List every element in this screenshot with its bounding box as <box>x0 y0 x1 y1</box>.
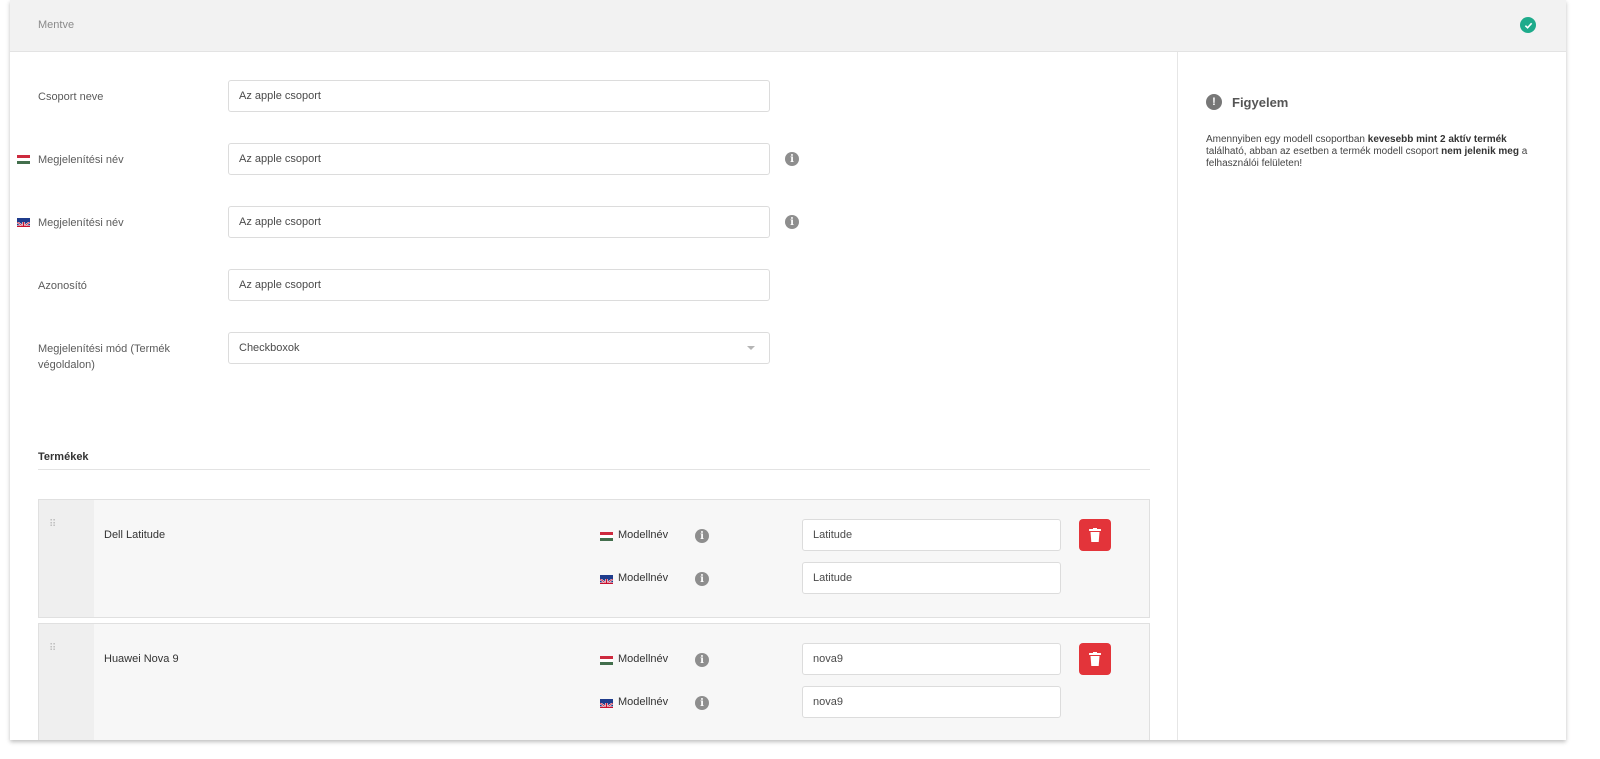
drag-handle-icon: ⠿ <box>49 643 56 654</box>
drag-handle-icon: ⠿ <box>49 519 56 530</box>
display-name-en-value: Az apple csoport <box>239 216 321 228</box>
model-name-hu-input[interactable]: Latitude <box>802 519 1061 551</box>
group-name-input[interactable]: Az apple csoport <box>228 80 770 112</box>
group-name-value: Az apple csoport <box>239 90 321 102</box>
group-name-label: Csoport neve <box>38 91 104 103</box>
drag-handle[interactable]: ⠿ <box>39 624 94 740</box>
check-circle-icon <box>1520 17 1536 33</box>
product-row: ⠿ Dell Latitude Modellnév i Latitude Mod… <box>38 499 1150 618</box>
model-name-en-value: nova9 <box>813 696 843 708</box>
products-section-title: Termékek <box>38 451 89 463</box>
model-name-hu-label: Modellnév <box>618 529 669 541</box>
display-name-hu-input[interactable]: Az apple csoport <box>228 143 770 175</box>
notice-sidebar: ! Figyelem Amennyiben egy modell csoport… <box>1177 52 1566 740</box>
exclamation-icon: ! <box>1206 94 1222 110</box>
info-icon[interactable]: i <box>695 696 709 710</box>
chevron-down-icon <box>747 346 755 350</box>
hungarian-flag-icon <box>600 656 613 665</box>
notice-title: ! Figyelem <box>1206 94 1288 110</box>
identifier-value: Az apple csoport <box>239 279 321 291</box>
identifier-label: Azonosító <box>38 280 87 292</box>
notice-text-bold: kevesebb mint 2 aktív termék <box>1367 134 1507 145</box>
model-name-en-label: Modellnév <box>618 696 669 708</box>
model-name-en-input[interactable]: Latitude <box>802 562 1061 594</box>
section-divider <box>38 469 1150 470</box>
model-name-en-label: Modellnév <box>618 572 669 584</box>
save-status-text: Mentve <box>38 19 75 31</box>
info-icon[interactable]: i <box>695 529 709 543</box>
display-mode-label-line1: Megjelenítési mód (Termék <box>38 343 171 355</box>
notice-text: Amennyiben egy modell csoportban keveseb… <box>1206 134 1536 170</box>
product-name: Huawei Nova 9 <box>104 653 179 665</box>
info-icon[interactable]: i <box>785 215 799 229</box>
display-name-hu-value: Az apple csoport <box>239 153 321 165</box>
delete-button[interactable] <box>1079 519 1111 551</box>
delete-button[interactable] <box>1079 643 1111 675</box>
form-area: Csoport neve Az apple csoport Megjelenít… <box>10 52 1177 740</box>
status-bar: Mentve <box>10 0 1566 52</box>
notice-text-part: található, abban az esetben a termék mod… <box>1206 146 1442 157</box>
trash-icon <box>1089 652 1101 666</box>
info-icon[interactable]: i <box>695 572 709 586</box>
uk-flag-icon <box>600 575 613 584</box>
display-mode-label-line2: végoldalon) <box>38 359 95 371</box>
display-mode-value: Checkboxok <box>239 342 300 354</box>
hungarian-flag-icon <box>600 532 613 541</box>
display-name-hu-label: Megjelenítési név <box>38 154 124 166</box>
model-name-hu-label: Modellnév <box>618 653 669 665</box>
display-name-en-input[interactable]: Az apple csoport <box>228 206 770 238</box>
trash-icon <box>1089 528 1101 542</box>
notice-text-part: Amennyiben egy modell csoportban <box>1206 134 1368 145</box>
product-row: ⠿ Huawei Nova 9 Modellnév i nova9 Modell… <box>38 623 1150 740</box>
display-name-en-label: Megjelenítési név <box>38 217 124 229</box>
uk-flag-icon <box>600 699 613 708</box>
info-icon[interactable]: i <box>695 653 709 667</box>
product-name: Dell Latitude <box>104 529 166 541</box>
model-name-hu-value: Latitude <box>813 529 853 541</box>
hungarian-flag-icon <box>17 155 30 164</box>
editor-panel: Mentve Csoport neve Az apple csoport Meg… <box>10 0 1566 740</box>
display-mode-select[interactable]: Checkboxok <box>228 332 770 364</box>
notice-title-text: Figyelem <box>1232 94 1289 110</box>
drag-handle[interactable]: ⠿ <box>39 500 94 617</box>
model-name-hu-value: nova9 <box>813 653 843 665</box>
model-name-en-input[interactable]: nova9 <box>802 686 1061 718</box>
notice-text-bold: nem jelenik meg <box>1441 146 1519 157</box>
identifier-input[interactable]: Az apple csoport <box>228 269 770 301</box>
model-name-en-value: Latitude <box>813 572 853 584</box>
info-icon[interactable]: i <box>785 152 799 166</box>
model-name-hu-input[interactable]: nova9 <box>802 643 1061 675</box>
uk-flag-icon <box>17 218 30 227</box>
